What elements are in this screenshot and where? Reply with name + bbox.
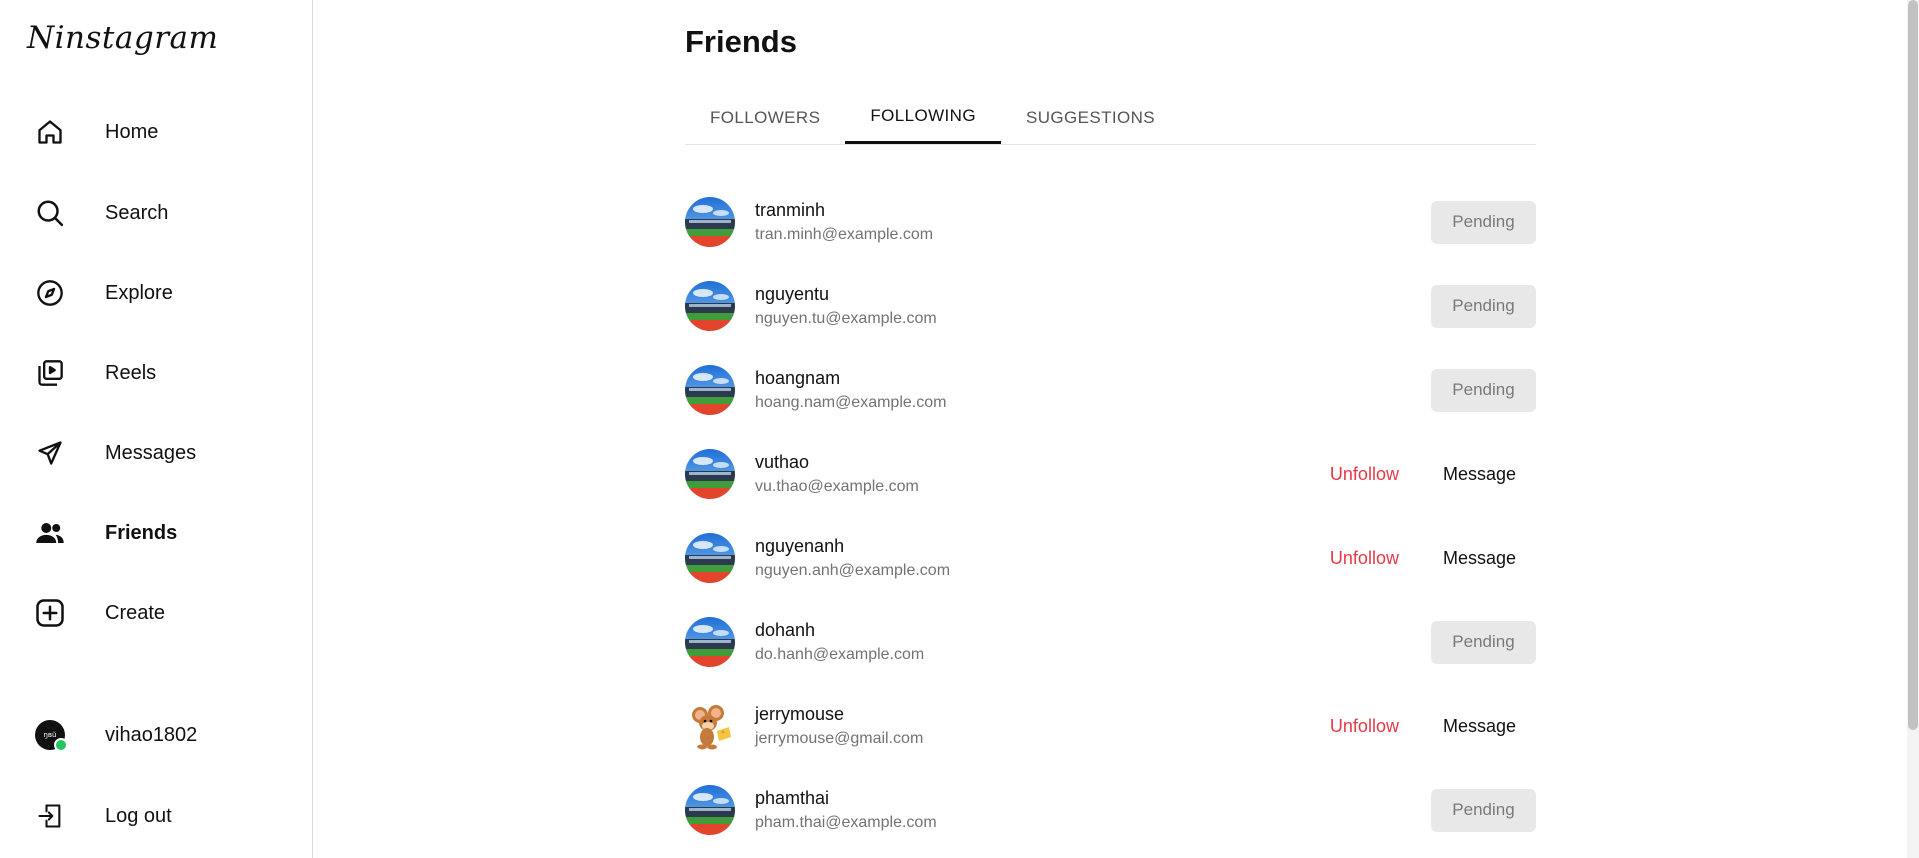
user-email: nguyen.tu@example.com: [755, 310, 937, 327]
sidebar-item-label: Create: [105, 601, 166, 624]
user-info: hoangnam hoang.nam@example.com: [755, 366, 946, 414]
username[interactable]: jerrymouse: [755, 702, 923, 726]
username[interactable]: vuthao: [755, 450, 919, 474]
unfollow-button[interactable]: Unfollow: [1320, 464, 1409, 485]
user-row: phamthai pham.thai@example.com Pending: [685, 768, 1536, 852]
pending-button[interactable]: Pending: [1431, 284, 1536, 328]
unfollow-button[interactable]: Unfollow: [1320, 716, 1409, 737]
user-info: tranminh tran.minh@example.com: [755, 198, 933, 246]
user-actions: Pending: [1431, 768, 1536, 852]
user-row: vuthao vu.thao@example.com Unfollow Message: [685, 432, 1536, 516]
user-actions: Unfollow Message: [1320, 684, 1536, 768]
plus-square-icon: [32, 595, 68, 631]
scrollbar-thumb[interactable]: [1908, 0, 1918, 730]
scrollbar-track[interactable]: [1907, 0, 1919, 858]
user-info: jerrymouse jerrymouse@gmail.com: [755, 702, 923, 750]
user-row: dohanh do.hanh@example.com Pending: [685, 600, 1536, 684]
user-actions: Pending: [1431, 264, 1536, 348]
user-row: nguyenanh nguyen.anh@example.com Unfollow M…: [685, 516, 1536, 600]
user-email: pham.thai@example.com: [755, 814, 937, 831]
user-email: hoang.nam@example.com: [755, 394, 947, 411]
sidebar-item-label: Messages: [105, 441, 197, 464]
sidebar-item-create[interactable]: Create: [20, 585, 290, 641]
sidebar-item-search[interactable]: Search: [20, 185, 290, 241]
user-row: nguyentu nguyen.tu@example.com Pending: [685, 264, 1536, 348]
user-email: jerrymouse@gmail.com: [755, 730, 924, 747]
avatar-text: ŋвŭ: [43, 731, 57, 739]
user-avatar[interactable]: [685, 533, 735, 583]
user-row: tranminh tran.minh@example.com Pending: [685, 180, 1536, 264]
user-avatar[interactable]: [685, 365, 735, 415]
user-actions: Pending: [1431, 600, 1536, 684]
username[interactable]: phamthai: [755, 786, 937, 810]
user-actions: Pending: [1431, 180, 1536, 264]
people-icon: [32, 515, 68, 551]
pending-button[interactable]: Pending: [1431, 620, 1536, 664]
user-actions: Unfollow Message: [1320, 516, 1536, 600]
user-email: vu.thao@example.com: [755, 478, 919, 495]
unfollow-button[interactable]: Unfollow: [1320, 548, 1409, 569]
username[interactable]: hoangnam: [755, 366, 946, 390]
following-list: tranminh tran.minh@example.com Pending nguy…: [685, 180, 1536, 852]
send-icon: [32, 435, 68, 471]
user-email: tran.minh@example.com: [755, 226, 934, 243]
user-avatar[interactable]: [685, 785, 735, 835]
sidebar-item-label: Friends: [105, 521, 178, 544]
username[interactable]: nguyenanh: [755, 534, 950, 558]
pending-button[interactable]: Pending: [1431, 788, 1536, 832]
profile-avatar-wrap: ŋвŭ: [32, 717, 68, 753]
app-logo[interactable]: Ninstagram: [27, 20, 218, 56]
user-info: vuthao vu.thao@example.com: [755, 450, 919, 498]
user-row: jerrymouse jerrymouse@gmail.com Unfollow Me…: [685, 684, 1536, 768]
profile-username: vihao1802: [105, 723, 198, 746]
sidebar-profile[interactable]: ŋвŭ vihao1802: [20, 707, 290, 763]
pending-button[interactable]: Pending: [1431, 200, 1536, 244]
sidebar-item-reels[interactable]: Reels: [20, 345, 290, 401]
user-actions: Unfollow Message: [1320, 432, 1536, 516]
user-row: hoangnam hoang.nam@example.com Pending: [685, 348, 1536, 432]
sidebar-item-label: Explore: [105, 281, 173, 304]
user-avatar[interactable]: [685, 197, 735, 247]
page-title: Friends: [685, 24, 797, 59]
username[interactable]: tranminh: [755, 198, 933, 222]
logout-label: Log out: [105, 804, 172, 827]
sidebar-item-friends[interactable]: Friends: [20, 505, 290, 561]
sidebar-item-explore[interactable]: Explore: [20, 265, 290, 321]
online-status-dot: [54, 738, 68, 752]
pending-button[interactable]: Pending: [1431, 368, 1536, 412]
sidebar-item-home[interactable]: Home: [20, 104, 290, 160]
user-avatar[interactable]: [685, 617, 735, 667]
message-button[interactable]: Message: [1433, 464, 1536, 485]
avatar: ŋвŭ: [35, 720, 68, 752]
user-email: do.hanh@example.com: [755, 646, 925, 663]
tab-following[interactable]: FOLLOWING: [845, 91, 1001, 144]
logout-icon: [32, 798, 68, 834]
sidebar-item-label: Reels: [105, 361, 157, 384]
sidebar-item-label: Home: [105, 120, 159, 143]
user-info: phamthai pham.thai@example.com: [755, 786, 937, 834]
user-avatar[interactable]: [685, 281, 735, 331]
message-button[interactable]: Message: [1433, 548, 1536, 569]
user-info: nguyenanh nguyen.anh@example.com: [755, 534, 950, 582]
user-avatar[interactable]: [685, 449, 735, 499]
user-info: dohanh do.hanh@example.com: [755, 618, 924, 666]
user-avatar[interactable]: [685, 701, 735, 751]
user-info: nguyentu nguyen.tu@example.com: [755, 282, 937, 330]
logout-button[interactable]: Log out: [20, 788, 290, 844]
user-email: nguyen.anh@example.com: [755, 562, 951, 579]
sidebar-item-messages[interactable]: Messages: [20, 425, 290, 481]
search-icon: [32, 195, 68, 231]
reels-icon: [32, 355, 68, 391]
tab-suggestions[interactable]: SUGGESTIONS: [1001, 91, 1180, 144]
friends-tabs: FOLLOWERS FOLLOWING SUGGESTIONS: [685, 91, 1536, 145]
compass-icon: [32, 275, 68, 311]
username[interactable]: nguyentu: [755, 282, 937, 306]
tab-followers[interactable]: FOLLOWERS: [685, 91, 845, 144]
username[interactable]: dohanh: [755, 618, 924, 642]
user-actions: Pending: [1431, 348, 1536, 432]
sidebar-item-label: Search: [105, 201, 169, 224]
sidebar: Ninstagram Home Search Explore Reels Mes…: [0, 0, 313, 858]
home-icon: [32, 114, 68, 150]
message-button[interactable]: Message: [1433, 716, 1536, 737]
